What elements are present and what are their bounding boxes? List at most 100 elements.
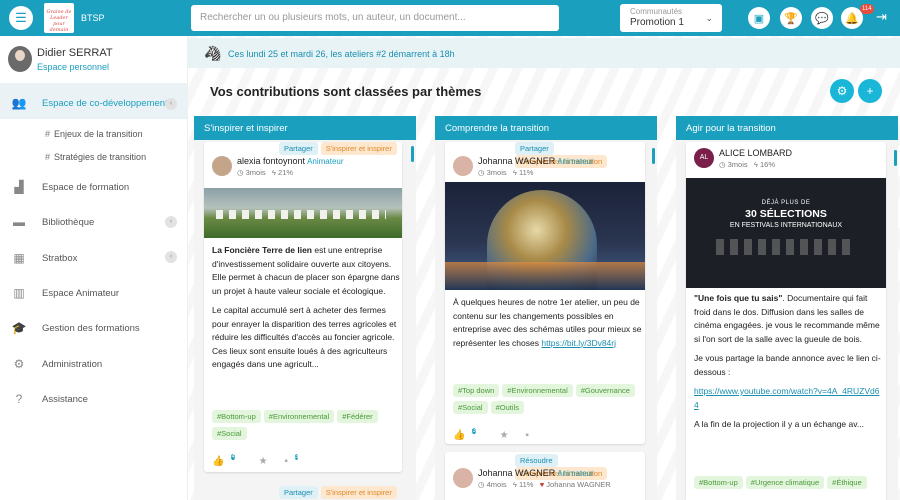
sidebar-item-stratbox[interactable]: ▦ Stratbox	[10, 251, 77, 265]
avatar	[453, 156, 473, 176]
organization-logo[interactable]: Graine de Leader pour demain	[44, 3, 74, 33]
card-meta: ◷ 3mois ϟ 11%	[478, 168, 534, 177]
hashtag-list: #Bottom-up #Urgence climatique #Éthique	[694, 476, 886, 493]
sidebar-item-administration[interactable]: ⚙ Administration	[10, 357, 103, 371]
expand-icon[interactable]: ‹	[165, 216, 177, 228]
hashtag-list: #Bottom-up #Environnemental #Fédérer #Socia…	[212, 410, 402, 444]
contribution-card[interactable]: AL ALICE LOMBARD ◷ 3mois ϟ 16% DÉJÀ PLUS…	[686, 142, 886, 500]
author-role: Animateur	[557, 469, 594, 478]
sidebar-subitem-enjeux[interactable]: # Enjeux de la transition	[45, 129, 143, 139]
search-input[interactable]: Rechercher un ou plusieurs mots, un aute…	[191, 5, 559, 31]
contribution-card[interactable]: PartagerComprendre la transition Johanna…	[445, 142, 645, 444]
hamburger-icon: ☰	[15, 10, 27, 25]
card-header: AL ALICE LOMBARD ◷ 3mois ϟ 16%	[694, 148, 884, 178]
sidebar-item-bibliotheque[interactable]: ▬ Bibliothèque	[10, 215, 94, 229]
theme-column-agir: Agir pour la transition AL ALICE LOMBARD…	[676, 116, 898, 500]
author-name[interactable]: Johanna WAGNER	[478, 468, 555, 478]
add-button[interactable]: +	[858, 79, 882, 103]
hashtag[interactable]: #Urgence climatique	[745, 476, 825, 489]
scrollbar[interactable]	[894, 150, 897, 166]
author-name[interactable]: alexia fontoynont	[237, 156, 305, 166]
like-icon[interactable]: 👍 3	[453, 428, 483, 441]
card-image[interactable]	[445, 182, 645, 290]
filter-button[interactable]: ⚙	[830, 79, 854, 103]
comment-icon[interactable]: ▪ 3	[284, 454, 305, 467]
clock-icon: ◷	[478, 168, 485, 177]
star-icon[interactable]: ★	[500, 430, 509, 441]
column-header: Agir pour la transition	[676, 116, 898, 140]
table-icon: ▥	[13, 286, 25, 300]
author-name[interactable]: ALICE LOMBARD	[719, 148, 792, 158]
avatar	[453, 468, 473, 488]
logout-icon[interactable]: ⇥	[876, 9, 887, 25]
hashtag[interactable]: #Social	[453, 401, 488, 414]
author-name[interactable]: Johanna WAGNER	[478, 156, 555, 166]
avatar: AL	[694, 148, 714, 168]
community-value: Promotion 1	[630, 17, 684, 28]
chat-icon[interactable]: 💬	[811, 7, 833, 29]
star-icon[interactable]: ★	[259, 456, 268, 467]
sidebar-item-codev[interactable]: 👥 Espace de co-développement	[10, 96, 168, 110]
zebra-icon: 🦓	[204, 45, 222, 61]
notice-text: Ces lundi 25 et mardi 26, les ateliers #…	[228, 49, 455, 59]
sidebar-subitem-strategies[interactable]: # Stratégies de transition	[45, 152, 146, 162]
hashtag[interactable]: #Environnemental	[502, 384, 573, 397]
clock-icon: ◷	[237, 168, 244, 177]
hashtag[interactable]: #Top down	[453, 384, 500, 397]
comment-icon[interactable]: ▪	[525, 430, 529, 441]
plus-icon: +	[866, 84, 874, 98]
theme-column-inspirer: S'inspirer et inspirer Partager S'inspire…	[194, 116, 416, 500]
sidebar-item-formation[interactable]: ▟ Espace de formation	[10, 180, 129, 194]
sidebar-item-assistance[interactable]: ? Assistance	[10, 392, 88, 406]
expand-icon[interactable]: ‹	[165, 251, 177, 263]
hashtag[interactable]: #Bottom-up	[694, 476, 743, 489]
contribution-card[interactable]: RésoudreComprendre la transition Johanna…	[445, 452, 645, 500]
sidebar-item-animateur[interactable]: ▥ Espace Animateur	[10, 286, 119, 300]
heart-icon: ♥	[539, 480, 545, 489]
card-link[interactable]: https://bit.ly/3Dv84rj	[541, 338, 616, 348]
card-text: La Foncière Terre de lien est une entrep…	[212, 245, 400, 369]
hashtag[interactable]: #Fédérer	[337, 410, 378, 423]
like-icon[interactable]: 👍 4	[212, 454, 242, 467]
top-bar: ☰ Graine de Leader pour demain BTSP Recherc…	[0, 0, 900, 36]
card-image[interactable]	[204, 188, 402, 238]
bolt-icon: ϟ	[271, 168, 276, 177]
presentation-icon[interactable]: ▣	[748, 7, 770, 29]
notice-banner: 🦓 Ces lundi 25 et mardi 26, les ateliers…	[188, 38, 900, 68]
expand-icon[interactable]: ‹	[165, 98, 177, 110]
menu-button[interactable]: ☰	[9, 6, 33, 30]
users-icon: 👥	[11, 96, 27, 110]
card-header: alexia fontoynont Animateur ◷ 3mois ϟ 21%	[212, 156, 402, 186]
card-meta: ◷ 3mois ϟ 16%	[719, 160, 776, 169]
hashtag[interactable]: #Gouvernance	[575, 384, 635, 397]
personal-space-link[interactable]: Espace personnel	[37, 62, 109, 72]
scrollbar[interactable]	[411, 146, 414, 162]
card-tags: Partager S'inspirer et inspirer	[279, 142, 400, 155]
scrollbar[interactable]	[652, 148, 655, 164]
laurels	[716, 239, 856, 255]
card-link[interactable]: https://www.youtube.com/watch?v=4A_4RUZV…	[694, 386, 879, 410]
trophy-icon[interactable]: 🏆	[780, 7, 802, 29]
factory-icon: ▟	[14, 180, 24, 194]
hashtag[interactable]: #Outils	[490, 401, 524, 414]
folder-icon: ▬	[13, 215, 25, 229]
card-meta: ◷ 3mois ϟ 21%	[237, 168, 294, 177]
page-title: Vos contributions sont classées par thèm…	[210, 84, 482, 99]
column-header: S'inspirer et inspirer	[194, 116, 416, 140]
author-role: Animateur	[307, 157, 344, 166]
hashtag[interactable]: #Social	[212, 427, 247, 440]
hashtag[interactable]: #Bottom-up	[212, 410, 261, 423]
user-profile[interactable]: Didier SERRAT Espace personnel	[8, 46, 183, 76]
bolt-icon: ϟ	[512, 480, 517, 489]
sidebar: Didier SERRAT Espace personnel 👥 Espace d…	[0, 36, 188, 500]
chevron-down-icon: ⌄	[705, 13, 713, 23]
user-name: Didier SERRAT	[37, 47, 113, 59]
avatar	[212, 156, 232, 176]
community-select[interactable]: Communautés Promotion 1 ⌄	[620, 4, 722, 32]
hashtag[interactable]: #Environnemental	[263, 410, 335, 423]
card-image[interactable]: DÉJÀ PLUS DE 30 SÉLECTIONS EN FESTIVALS …	[686, 178, 886, 288]
contribution-card[interactable]: Partager S'inspirer et inspirer alexia fo…	[204, 142, 402, 472]
card-actions: 👍 4 ★ ▪ 3	[212, 454, 319, 470]
hashtag[interactable]: #Éthique	[827, 476, 867, 489]
sidebar-item-gestion[interactable]: 🎓 Gestion des formations	[10, 321, 140, 335]
